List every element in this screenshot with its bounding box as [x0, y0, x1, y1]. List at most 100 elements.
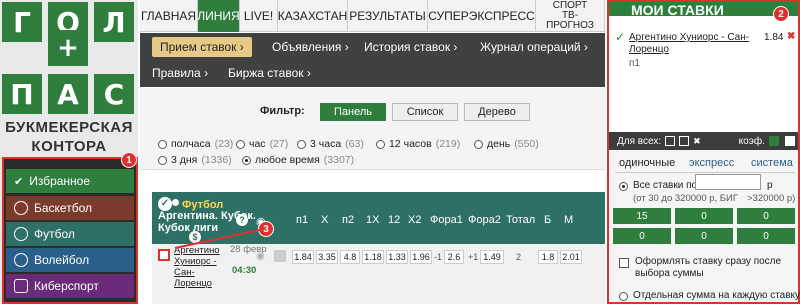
logo-tile: Л	[94, 2, 134, 42]
nav-kazakhstan[interactable]: КАЗАХСТАН	[278, 0, 348, 32]
help-icon[interactable]: ?	[236, 214, 248, 226]
remove-bet-icon[interactable]: ✖	[787, 31, 795, 42]
logo-tile: А	[48, 74, 88, 114]
table-row: Аргентино Хуниорс - Сан-Лоренцо 28 февр …	[152, 244, 605, 304]
subnav-bet-history[interactable]: История ставок ›	[364, 37, 457, 57]
events-table: ✓ Футбол Аргентина. Кубок. Кубок лиги $ …	[152, 192, 605, 304]
quick-stake-button[interactable]: 15	[613, 208, 671, 224]
collapse-icon[interactable]	[784, 136, 795, 146]
odd-under[interactable]: 2.01	[560, 250, 582, 264]
top-navigation: ГЛАВНАЯ ЛИНИЯ LIVE! КАЗАХСТАН РЕЗУЛЬТАТЫ…	[140, 0, 605, 32]
eye-icon[interactable]: ◉	[256, 251, 265, 262]
stats-icon[interactable]	[274, 250, 286, 262]
quick-stake-button[interactable]: 0	[675, 208, 733, 224]
bet-slip-toolbar: Для всех: ✖ коэф.	[609, 132, 798, 150]
logo-tile: П	[2, 74, 42, 114]
handicap2-value: +1	[468, 252, 479, 262]
subnav-exchange[interactable]: Биржа ставок ›	[228, 63, 311, 83]
sport-menu-favorites[interactable]: ✔ Избранное	[6, 169, 134, 193]
bet-slip: МОИ СТАВКИ 2 ✓ Аргентино Хуниорс - Сан-Л…	[607, 0, 800, 304]
time-radio-day[interactable]: день (550)	[474, 138, 539, 150]
bet-slip-title: МОИ СТАВКИ	[609, 2, 798, 16]
col-p1: п1	[296, 214, 309, 226]
instant-bet-checkbox[interactable]	[619, 258, 629, 268]
sport-menu: ✔ Избранное Баскетбол Футбол Волейбол Ки…	[2, 157, 138, 304]
add-favorite-checkbox[interactable]	[158, 249, 170, 261]
annotation-badge: 1	[121, 152, 137, 168]
col-p2: п2	[342, 214, 355, 226]
logo-plus-tile: +	[48, 30, 88, 66]
odd-x[interactable]: 3.35	[316, 250, 338, 264]
stake-input[interactable]	[695, 174, 761, 190]
filter-panel-button[interactable]: Панель	[320, 103, 386, 121]
odd-over[interactable]: 1.8	[538, 250, 558, 264]
filter-label: Фильтр:	[260, 105, 305, 117]
match-link[interactable]: Аргентино Хуниорс - Сан-Лоренцо	[174, 245, 228, 289]
time-radio-3days[interactable]: 3 дня (1336)	[158, 154, 232, 166]
nav-sport-tv[interactable]: СПОРТ ТВ- ПРОГНОЗ	[536, 0, 605, 32]
col-12: 12	[388, 214, 401, 226]
odd-handicap1[interactable]: 2.6	[444, 250, 464, 264]
time-radio-halfhour[interactable]: полчаса (23)	[158, 138, 233, 150]
logo-tile: Г	[2, 2, 42, 42]
odd-12[interactable]: 1.33	[386, 250, 408, 264]
filter-panel: Фильтр: Панель Список Дерево полчаса (23)…	[140, 88, 605, 170]
sport-menu-football[interactable]: Футбол	[6, 222, 134, 246]
odd-1x[interactable]: 1.18	[362, 250, 384, 264]
subnav-bet-reception[interactable]: Прием ставок ›	[152, 37, 252, 57]
nav-main[interactable]: ГЛАВНАЯ	[140, 0, 198, 32]
sport-menu-basketball[interactable]: Баскетбол	[6, 196, 134, 220]
stake-limits: (от 30 до 320000 р, БИГ	[633, 193, 739, 204]
time-radio-hour[interactable]: час (27)	[236, 138, 288, 150]
nav-results[interactable]: РЕЗУЛЬТАТЫ	[348, 0, 428, 32]
check-icon: ✔	[14, 175, 24, 188]
separate-sum-label: Отдельная сумма на каждую ставку	[633, 290, 800, 301]
expand-icon[interactable]: ✓	[158, 197, 172, 211]
col-handicap1: Фора1	[430, 214, 463, 226]
odd-handicap2[interactable]: 1.49	[480, 250, 504, 264]
filter-list-button[interactable]: Список	[392, 103, 458, 121]
football-icon	[172, 199, 179, 206]
nav-live[interactable]: LIVE!	[240, 0, 278, 32]
select-all-icon[interactable]	[679, 136, 690, 146]
coef-toggle-icon[interactable]	[768, 136, 779, 146]
subnav-rules[interactable]: Правила ›	[152, 63, 208, 83]
quick-stake-button[interactable]: 0	[737, 228, 795, 244]
stake-limits-big: >320000 р)	[747, 193, 796, 204]
odd-p1[interactable]: 1.84	[292, 250, 314, 264]
volleyball-icon	[14, 253, 28, 267]
quick-stake-button[interactable]: 0	[737, 208, 795, 224]
col-handicap2: Фора2	[468, 214, 501, 226]
sport-menu-volleyball[interactable]: Волейбол	[6, 248, 134, 272]
col-1x: 1Х	[366, 214, 380, 226]
subnav-announcements[interactable]: Объявления ›	[272, 37, 349, 57]
odd-p2[interactable]: 4.8	[340, 250, 360, 264]
time-radio-3hours[interactable]: 3 часа (63)	[297, 138, 364, 150]
bet-outcome: п1	[629, 58, 640, 69]
instant-bet-label: Оформлять ставку сразу после выбора сумм…	[635, 256, 782, 279]
all-bets-radio[interactable]	[619, 182, 628, 191]
tab-single[interactable]: одиночные	[619, 157, 675, 169]
brand-panel: Г О Л + П А С БУКМЕКЕРСКАЯ КОНТОРА ✔ Изб…	[0, 0, 138, 304]
quick-stake-button[interactable]: 0	[675, 228, 733, 244]
odd-x2[interactable]: 1.96	[410, 250, 432, 264]
filter-tree-button[interactable]: Дерево	[464, 103, 530, 121]
sport-menu-esports[interactable]: Киберспорт	[6, 274, 134, 298]
separate-sum-radio[interactable]	[619, 292, 628, 301]
bet-odds: 1.84	[764, 32, 784, 43]
col-x2: Х2	[408, 214, 422, 226]
check-icon: ✓	[615, 30, 626, 44]
time-radio-12hours[interactable]: 12 часов (219)	[376, 138, 460, 150]
apply-check-icon[interactable]	[665, 136, 676, 146]
nav-line[interactable]: ЛИНИЯ	[197, 0, 240, 32]
bet-slip-item: ✓ Аргентино Хуниорс - Сан-Лоренцо п1 1.8…	[609, 16, 798, 132]
bet-match-link[interactable]: Аргентино Хуниорс - Сан-Лоренцо	[629, 32, 759, 56]
clear-icon[interactable]: ✖	[693, 136, 701, 147]
tab-express[interactable]: экспресс	[689, 157, 734, 169]
quick-stake-button[interactable]: 0	[613, 228, 671, 244]
time-radio-anytime[interactable]: любое время (3307)	[242, 154, 354, 166]
tab-system[interactable]: система	[751, 157, 793, 169]
nav-superexpress[interactable]: СУПЕРЭКСПРЕСС	[428, 0, 536, 32]
brand-caption: БУКМЕКЕРСКАЯ КОНТОРА	[5, 119, 133, 155]
subnav-operations-log[interactable]: Журнал операций ›	[480, 37, 588, 57]
